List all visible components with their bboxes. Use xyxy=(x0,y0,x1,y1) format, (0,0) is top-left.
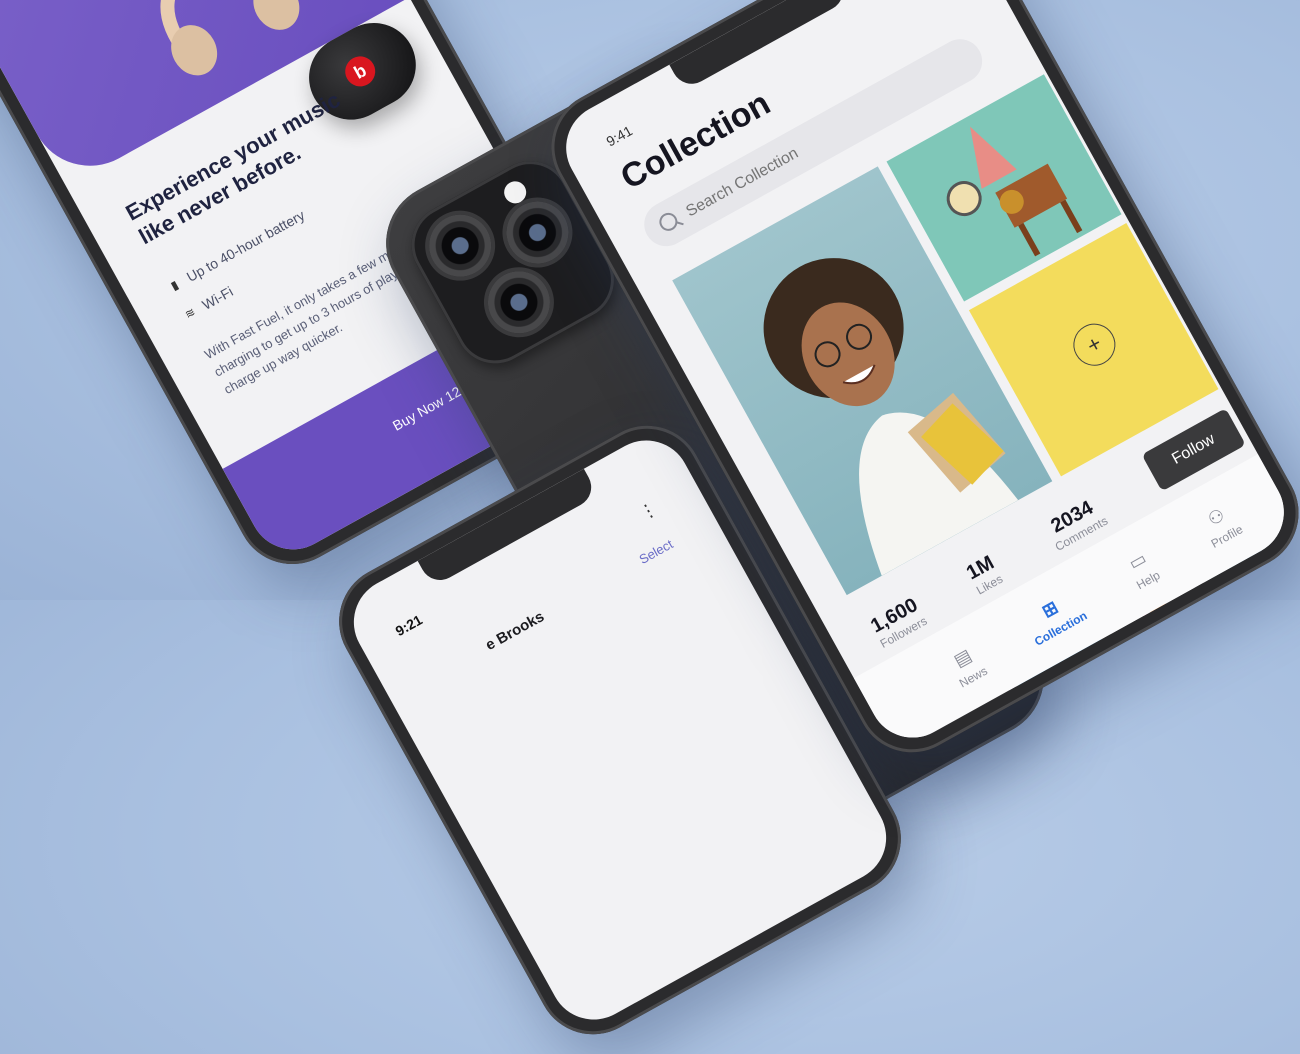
headphones-image xyxy=(160,0,300,76)
feature-wifi: ≋ Wi-Fi xyxy=(180,283,236,323)
stat-likes: 1M Likes xyxy=(963,552,1005,598)
tab-news[interactable]: ▤ News xyxy=(927,632,1007,700)
camera-lens-icon xyxy=(418,203,503,288)
battery-icon: ▮ xyxy=(168,277,181,293)
wifi-icon: ≋ xyxy=(182,304,198,322)
tab-profile[interactable]: ⚇ Profile xyxy=(1181,492,1261,560)
camera-lens-icon xyxy=(476,260,562,345)
status-time: 9:21 xyxy=(392,611,425,640)
search-icon xyxy=(656,209,681,235)
add-icon[interactable]: + xyxy=(1065,316,1123,374)
contact-name: e Brooks xyxy=(482,608,548,655)
tab-collection[interactable]: ⊞ Collection xyxy=(1015,584,1095,652)
feature-wifi-label: Wi-Fi xyxy=(199,283,236,313)
tab-help[interactable]: ▭ Help xyxy=(1102,535,1182,603)
more-vertical-icon[interactable]: ⋮ xyxy=(636,498,662,525)
select-button[interactable]: Select xyxy=(637,536,676,567)
status-time: 9:41 xyxy=(603,122,635,150)
phone-notch xyxy=(669,0,851,91)
camera-lens-icon xyxy=(495,190,580,275)
